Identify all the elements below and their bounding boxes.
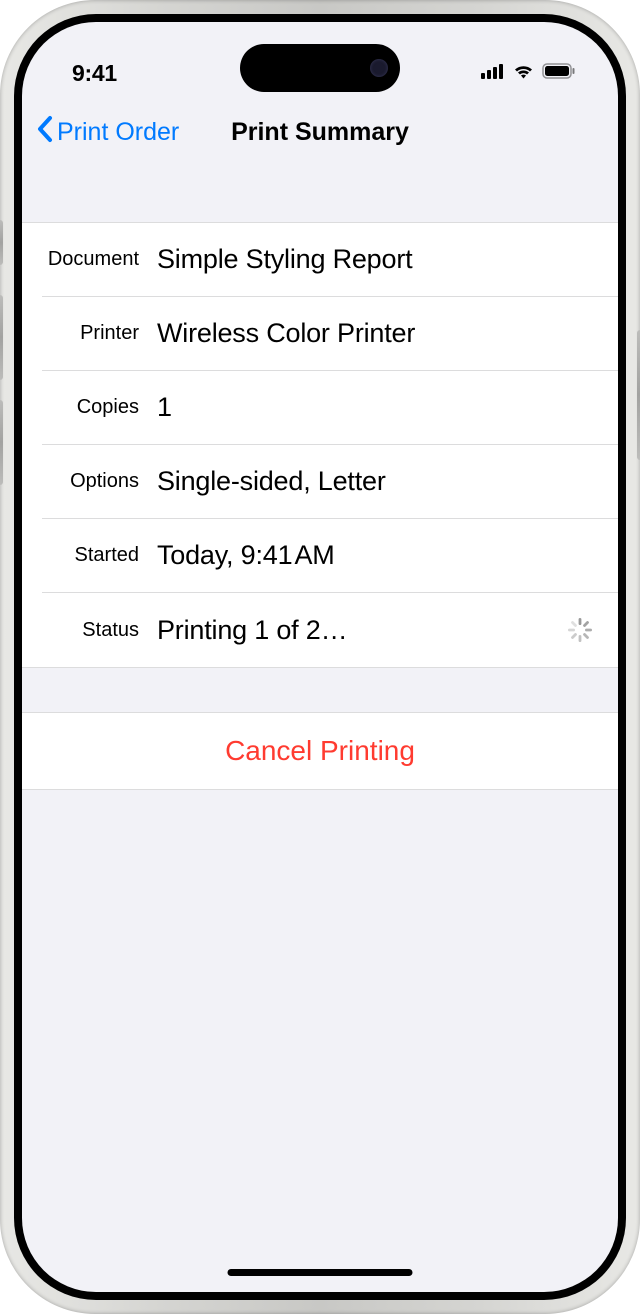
device-bezel: 9:41 [14, 14, 626, 1300]
back-button[interactable]: Print Order [36, 115, 179, 150]
status-icons [481, 63, 576, 84]
mute-switch [0, 220, 3, 265]
row-value-status: Printing 1 of 2… [157, 615, 566, 646]
status-time: 9:41 [72, 60, 117, 87]
back-label: Print Order [57, 118, 179, 147]
chevron-left-icon [36, 115, 53, 150]
row-value-copies: 1 [157, 392, 598, 423]
row-options: Options Single-sided, Letter [42, 445, 618, 519]
spinner-icon [566, 616, 594, 644]
navigation-bar: Print Order Print Summary [22, 97, 618, 174]
volume-up-button [0, 295, 3, 380]
wifi-icon [512, 63, 535, 84]
row-label-options: Options [42, 470, 157, 493]
row-label-document: Document [42, 248, 157, 271]
row-value-options: Single-sided, Letter [157, 466, 598, 497]
row-status: Status Printing 1 of 2… [42, 593, 618, 667]
row-value-printer: Wireless Color Printer [157, 318, 598, 349]
row-label-copies: Copies [42, 396, 157, 419]
row-printer: Printer Wireless Color Printer [42, 297, 618, 371]
actions-group: Cancel Printing [22, 712, 618, 790]
cellular-icon [481, 63, 505, 84]
page-title: Print Summary [231, 118, 409, 147]
battery-icon [542, 63, 576, 84]
volume-down-button [0, 400, 3, 485]
row-value-started: Today, 9:41 AM [157, 540, 598, 571]
row-document: Document Simple Styling Report [42, 223, 618, 297]
front-camera [370, 59, 388, 77]
screen: 9:41 [22, 22, 618, 1292]
content-area: Document Simple Styling Report Printer W… [22, 222, 618, 790]
dynamic-island [240, 44, 400, 92]
row-started: Started Today, 9:41 AM [42, 519, 618, 593]
row-value-document: Simple Styling Report [157, 244, 598, 275]
row-label-started: Started [42, 544, 157, 567]
summary-list: Document Simple Styling Report Printer W… [22, 222, 618, 668]
row-label-printer: Printer [42, 322, 157, 345]
row-copies: Copies 1 [42, 371, 618, 445]
home-indicator[interactable] [228, 1269, 413, 1276]
device-frame: 9:41 [0, 0, 640, 1314]
cancel-printing-button[interactable]: Cancel Printing [22, 713, 618, 789]
row-label-status: Status [42, 619, 157, 642]
